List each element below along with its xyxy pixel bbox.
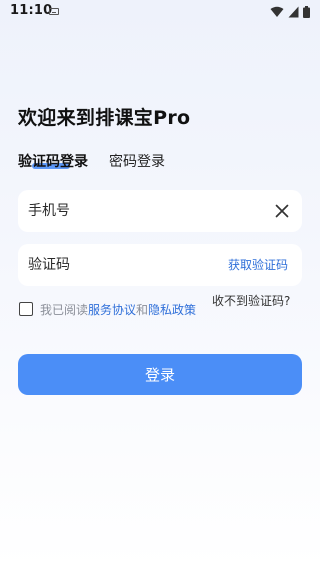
close-icon[interactable] (274, 203, 290, 219)
privacy-policy-link[interactable]: 隐私政策 (148, 303, 196, 317)
wifi-icon (270, 6, 284, 17)
status-bar: 11:10 (0, 0, 320, 24)
page-title: 欢迎来到排课宝Pro (18, 107, 191, 129)
agreement-text: 我已阅读服务协议和隐私政策 (40, 301, 196, 318)
tab-code-login[interactable]: 验证码登录 (18, 151, 88, 171)
signal-icon (288, 6, 299, 18)
code-field: 获取验证码 (18, 244, 302, 286)
no-code-link[interactable]: 收不到验证码? (212, 292, 292, 310)
keyboard-icon (49, 8, 59, 15)
agreement-prefix: 我已阅读 (40, 303, 89, 317)
phone-input[interactable] (28, 190, 258, 232)
battery-icon (303, 6, 310, 18)
tab-password-login-label: 密码登录 (109, 154, 165, 170)
service-agreement-link[interactable]: 服务协议 (88, 303, 136, 317)
tab-password-login[interactable]: 密码登录 (109, 151, 165, 171)
agreement-checkbox[interactable] (19, 302, 33, 316)
agreement-conjunction: 和 (136, 303, 149, 317)
status-icons (270, 5, 310, 19)
login-button[interactable]: 登录 (18, 354, 302, 395)
code-input[interactable] (28, 244, 218, 286)
status-time: 11:10 (10, 3, 53, 18)
tab-code-login-label: 验证码登录 (18, 154, 88, 170)
get-code-button[interactable]: 获取验证码 (228, 256, 288, 273)
phone-field (18, 190, 302, 232)
